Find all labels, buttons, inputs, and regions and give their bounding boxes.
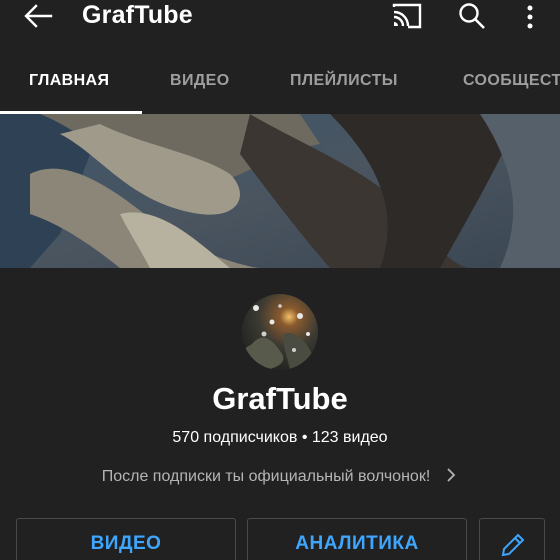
app-bar-title: GrafTube [82, 1, 193, 29]
search-icon[interactable] [456, 1, 488, 31]
chevron-right-icon [447, 468, 456, 482]
tab-videos[interactable]: ВИДЕО [170, 72, 230, 90]
back-arrow-icon[interactable] [22, 2, 54, 30]
analytics-label: АНАЛИТИКА [295, 533, 419, 554]
pencil-icon [501, 533, 525, 557]
analytics-button[interactable]: АНАЛИТИКА [247, 518, 467, 560]
channel-name: GrafTube [212, 381, 348, 416]
manage-videos-button[interactable]: ВИДЕО [16, 518, 236, 560]
channel-tabs: ГЛАВНАЯ ВИДЕО ПЛЕЙЛИСТЫ СООБЩЕСТВО [0, 52, 560, 114]
tab-community[interactable]: СООБЩЕСТВО [463, 72, 560, 90]
channel-stats: 570 подписчиков • 123 видео [172, 429, 388, 446]
tab-playlists[interactable]: ПЛЕЙЛИСТЫ [290, 72, 398, 90]
channel-avatar[interactable] [242, 294, 318, 370]
cast-icon[interactable] [391, 3, 423, 29]
tab-home[interactable]: ГЛАВНАЯ [29, 72, 109, 90]
edit-channel-button[interactable] [479, 518, 545, 560]
channel-description[interactable]: После подписки ты официальный волчонок! [0, 468, 560, 486]
channel-description-text: После подписки ты официальный волчонок! [101, 468, 431, 485]
app-bar: GrafTube [0, 0, 560, 36]
manage-videos-label: ВИДЕО [90, 533, 162, 554]
more-vertical-icon[interactable] [518, 2, 542, 32]
channel-banner [0, 114, 560, 268]
